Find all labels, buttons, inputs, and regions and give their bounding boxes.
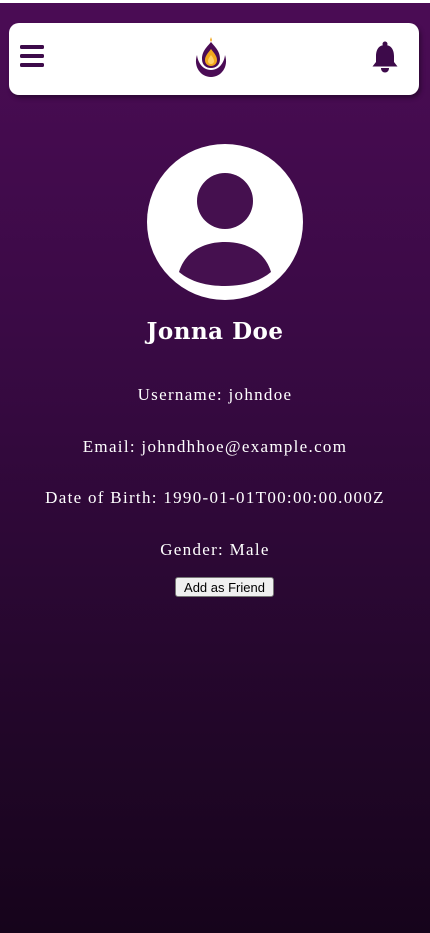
app-logo[interactable] [191,37,231,79]
user-avatar-icon [147,144,303,300]
hamburger-menu-icon[interactable] [20,44,44,68]
add-friend-button[interactable]: Add as Friend [175,577,274,597]
date-of-birth-text: Date of Birth: 1990-01-01T00:00:00.000Z [45,488,385,507]
email-text: Email: johndhhoe@example.com [82,437,348,456]
top-edge-strip [0,0,430,3]
gender-text: Gender: Male [160,540,270,559]
notification-bell-icon[interactable] [371,41,399,73]
username-text: Username: johndoe [137,385,293,404]
profile-name: Jonna Doe [146,318,284,345]
app-header [9,23,419,95]
